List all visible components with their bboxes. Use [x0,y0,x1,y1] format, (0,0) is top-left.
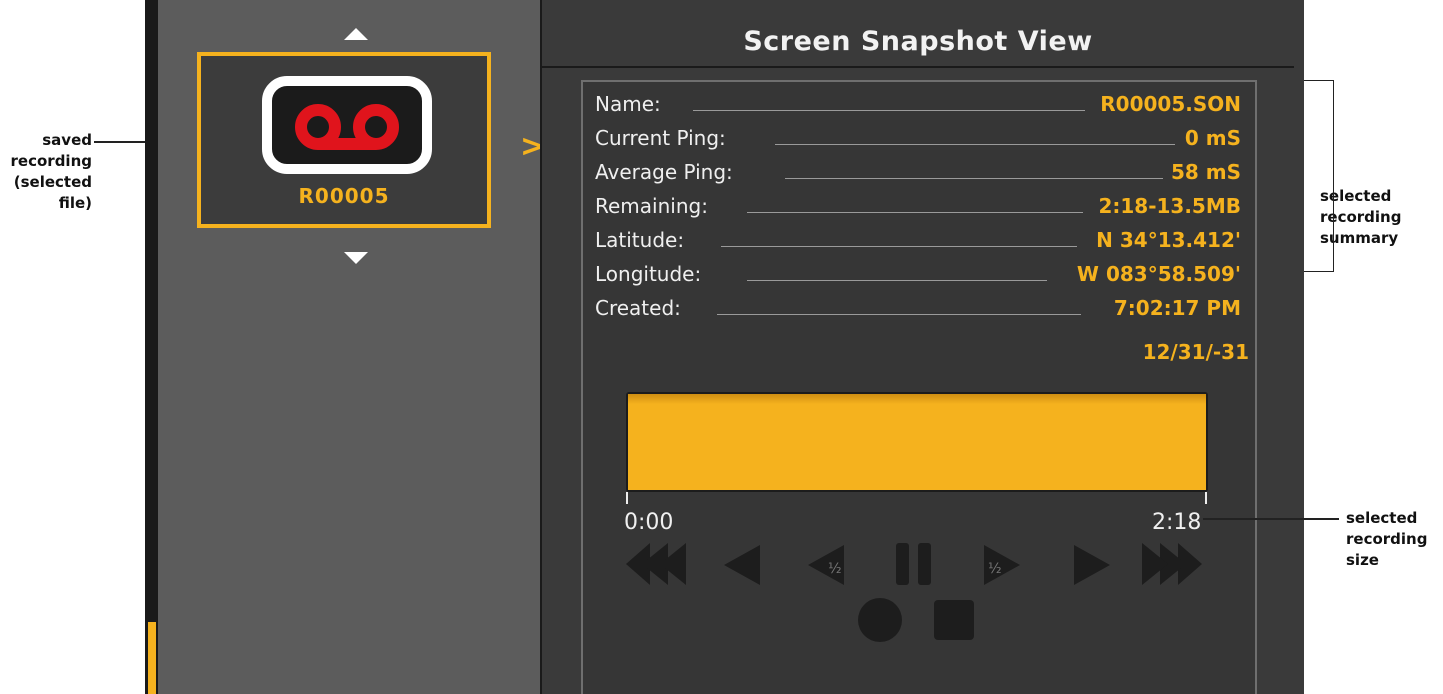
callout-saved-recording: saved recording (selected file) [0,130,92,214]
left-edge-bar [145,0,158,694]
callout-line-2: recording [1346,530,1428,548]
info-row-longitude: Longitude: W 083°58.509' [595,262,1241,292]
info-label: Name: [595,92,661,116]
summary-bracket-top [1300,80,1334,81]
play-icon[interactable] [1068,543,1114,587]
title-bar: Screen Snapshot View [542,10,1294,68]
slow-label: ½ [828,561,842,577]
callout-summary: selected recording summary [1320,186,1430,249]
page-title: Screen Snapshot View [743,26,1093,57]
end-tick [1205,492,1207,504]
summary-bracket-side [1333,80,1334,272]
info-row-remaining: Remaining: 2:18-13.5MB [595,194,1241,224]
playback-progress-fill [628,394,1206,490]
info-label: Latitude: [595,228,685,252]
scroll-up-arrow-icon[interactable] [344,28,368,40]
callout-line-3: summary [1320,229,1399,247]
callout-leader-size [1203,518,1339,520]
file-list-panel: R00005 > [158,0,545,694]
pause-icon[interactable] [894,541,934,587]
callout-line-2: recording [10,152,92,170]
leader-line [693,110,1085,111]
info-row-created: Created: 7:02:17 PM [595,296,1241,326]
snapshot-view-panel: Screen Snapshot View Name: R00005.SON Cu… [542,0,1304,694]
file-item-selected[interactable]: R00005 [197,52,491,228]
file-name: R00005 [298,184,390,208]
leader-line [747,212,1083,213]
callout-line-1: saved [42,131,92,149]
info-row-latitude: Latitude: N 34°13.412' [595,228,1241,258]
info-label: Current Ping: [595,126,726,150]
leader-line [775,144,1175,145]
stop-icon[interactable] [932,598,976,642]
info-value: 58 mS [1170,160,1241,184]
info-value: R00005.SON [1100,92,1241,116]
info-label: Longitude: [595,262,702,286]
callout-line-3: (selected [13,173,92,191]
callout-line-1: selected [1346,509,1418,527]
start-tick [626,492,628,504]
scroll-indicator[interactable] [148,622,156,694]
scroll-down-arrow-icon[interactable] [344,252,368,264]
half-speed-forward-icon[interactable]: ½ [978,543,1024,587]
device-screen: R00005 > Screen Snapshot View Name: R000… [145,0,1304,694]
info-value: 0 mS [1184,126,1241,150]
callout-line-1: selected [1320,187,1392,205]
fast-rewind-icon[interactable] [622,541,694,587]
info-value: 2:18-13.5MB [1098,194,1241,218]
summary-bracket-bottom [1300,271,1334,272]
recording-info-panel: Name: R00005.SON Current Ping: 0 mS Aver… [581,80,1257,694]
playback-start-time: 0:00 [624,510,674,535]
info-row-name: Name: R00005.SON [595,92,1241,122]
info-value: N 34°13.412' [1096,228,1241,252]
voicemail-tape-icon [262,76,432,174]
playback-end-time: 2:18 [1152,510,1202,535]
created-date: 12/31/-31 [1142,340,1249,364]
callout-line-3: size [1346,551,1379,569]
callout-line-2: recording [1320,208,1402,226]
half-speed-rewind-icon[interactable]: ½ [804,543,850,587]
info-row-average-ping: Average Ping: 58 mS [595,160,1241,190]
info-label: Created: [595,296,681,320]
info-row-current-ping: Current Ping: 0 mS [595,126,1241,156]
leader-line [747,280,1047,281]
leader-line [717,314,1081,315]
slow-label: ½ [988,561,1002,577]
info-label: Remaining: [595,194,708,218]
info-label: Average Ping: [595,160,733,184]
leader-line [721,246,1077,247]
rewind-icon[interactable] [720,543,766,587]
callout-line-4: file) [58,194,92,212]
record-icon[interactable] [856,596,904,644]
info-value: 7:02:17 PM [1113,296,1241,320]
fast-forward-icon[interactable] [1134,541,1206,587]
callout-size: selected recording size [1346,508,1438,571]
playback-progress-bar[interactable] [626,392,1208,492]
info-value: W 083°58.509' [1076,262,1241,286]
leader-line [785,178,1163,179]
